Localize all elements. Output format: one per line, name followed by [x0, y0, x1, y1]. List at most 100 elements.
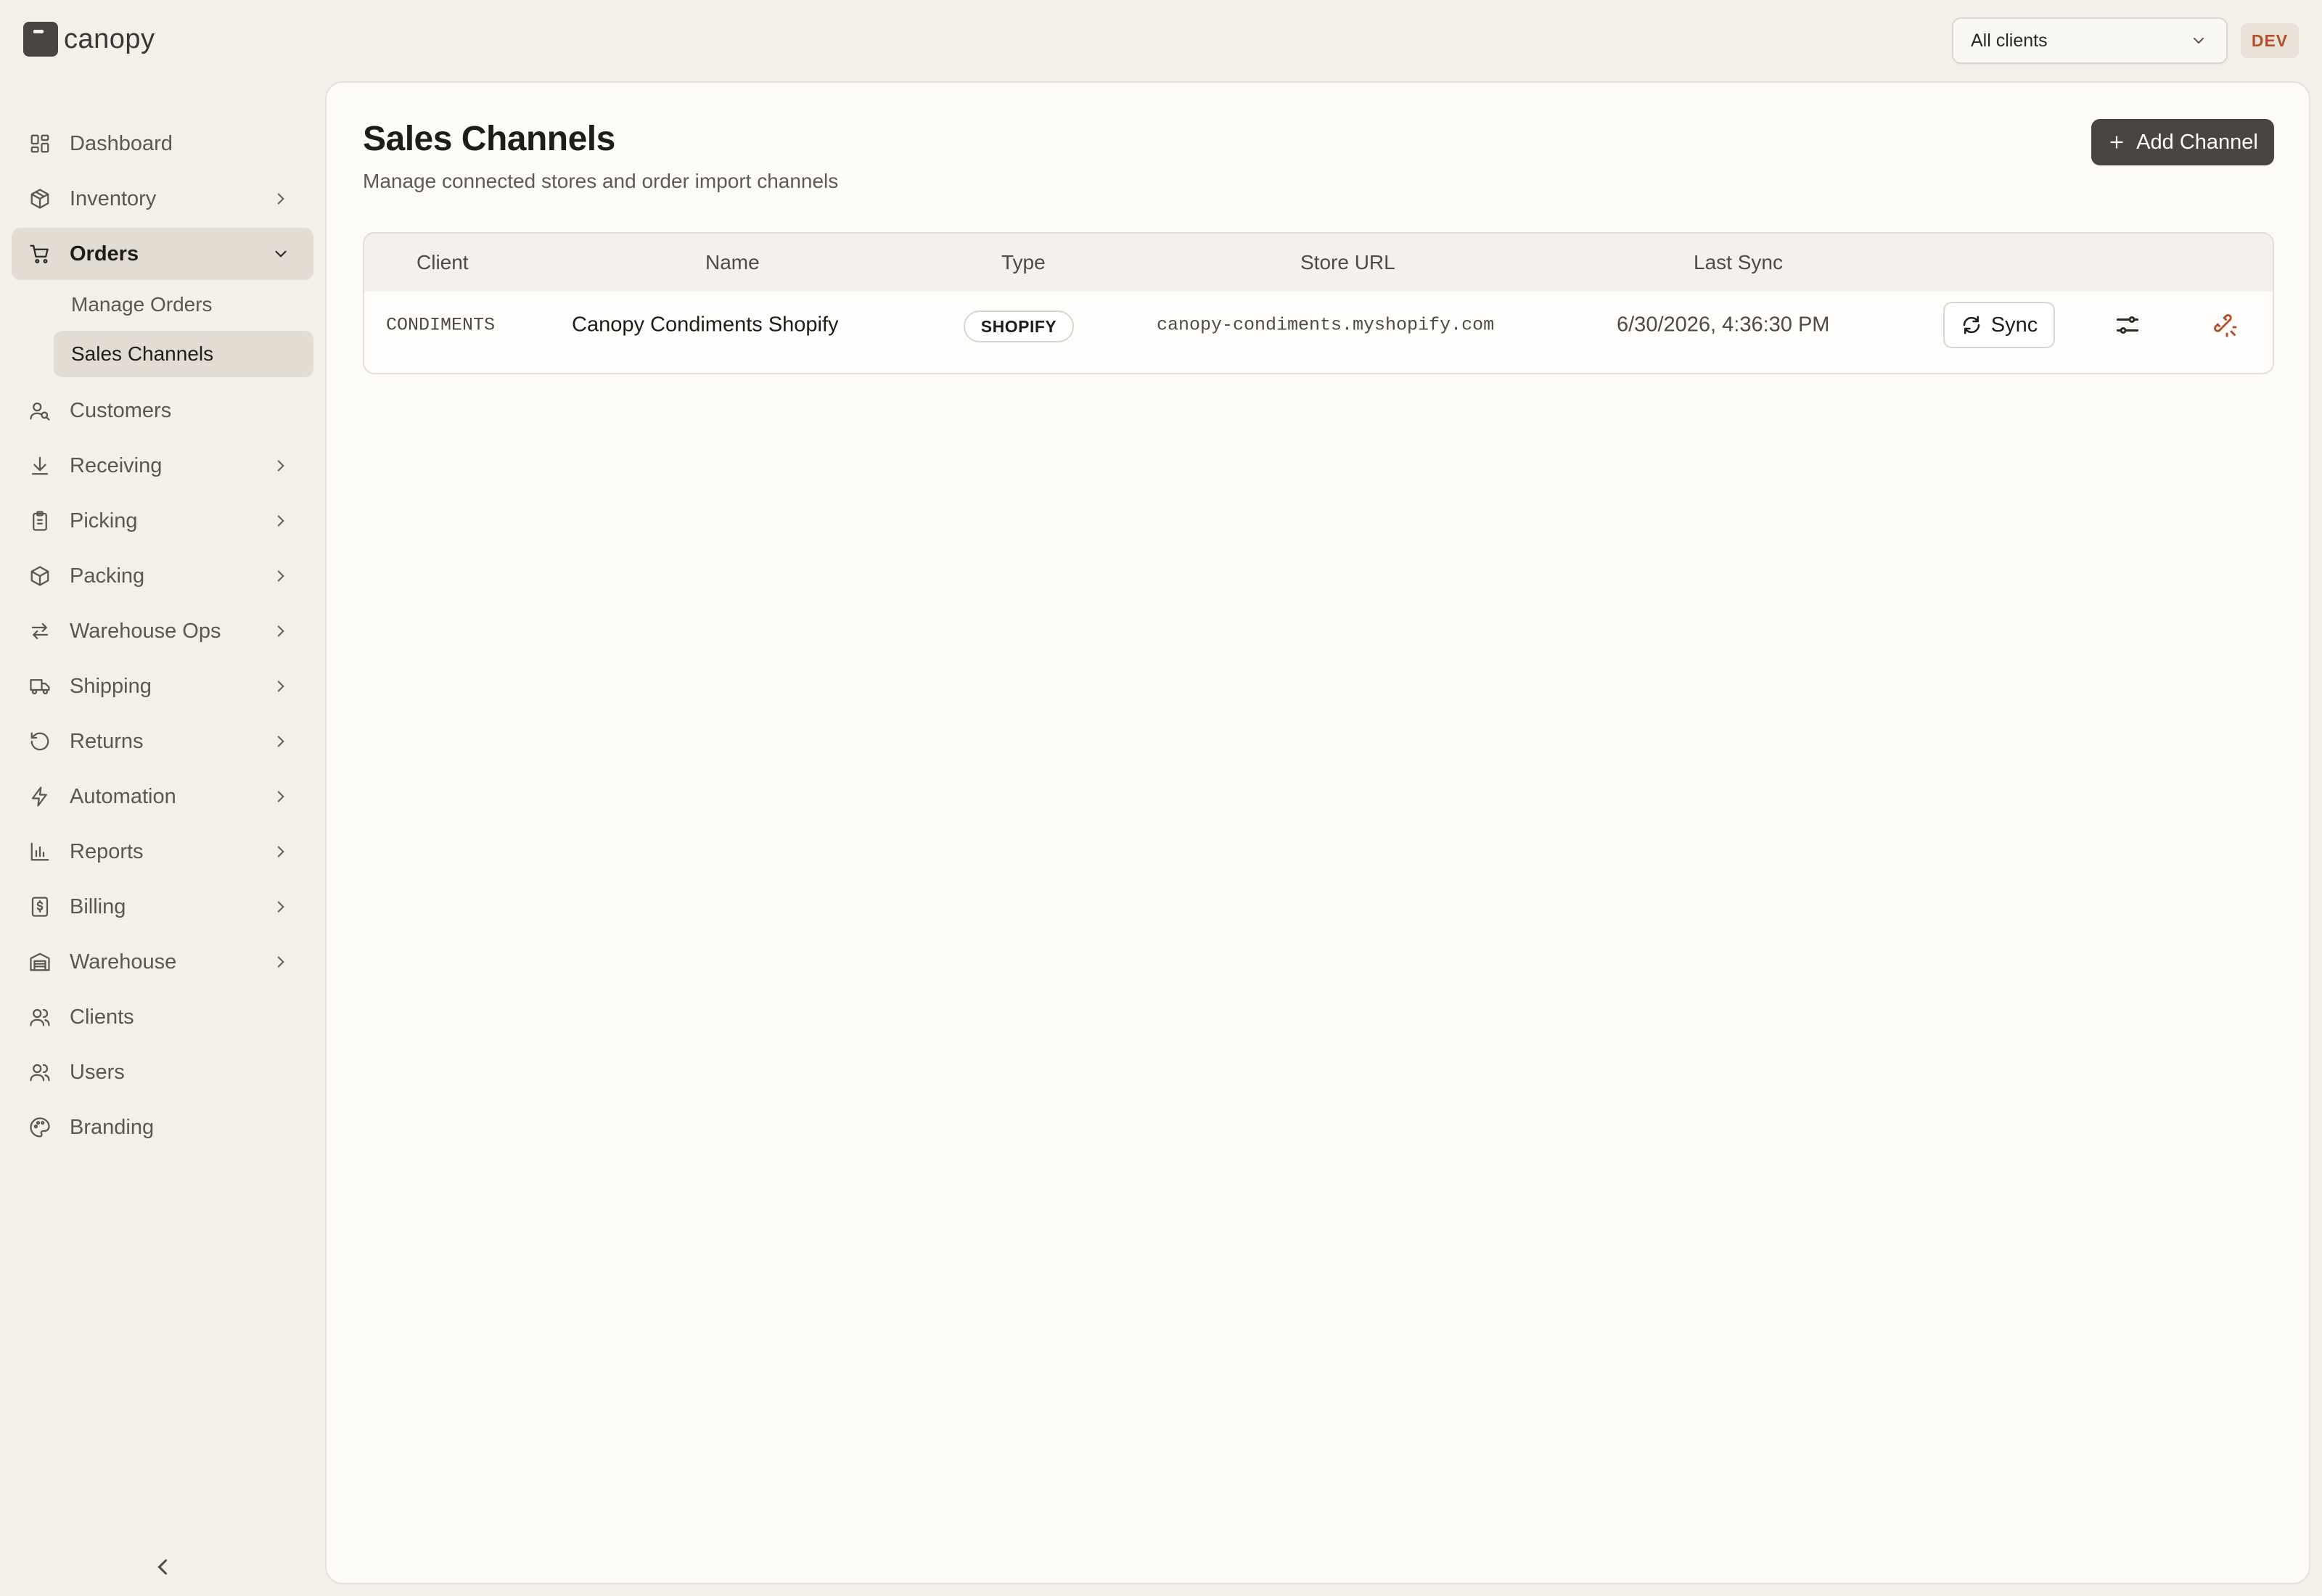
chevron-right-icon[interactable]: [271, 456, 290, 475]
sidebar-item-users[interactable]: Users: [12, 1046, 313, 1098]
client-filter-value: All clients: [1971, 30, 2048, 51]
add-channel-button[interactable]: Add Channel: [2091, 119, 2274, 165]
sidebar-item-branding[interactable]: Branding: [12, 1101, 313, 1153]
sidebar-item-label: Users: [70, 1060, 125, 1084]
sidebar-subitem-sales-channels[interactable]: Sales Channels: [54, 331, 313, 377]
sidebar-item-label: Returns: [70, 729, 144, 753]
chevron-right-icon[interactable]: [271, 953, 290, 971]
page-title: Sales Channels: [363, 120, 615, 158]
client-filter-select[interactable]: All clients: [1952, 17, 2228, 64]
box-icon: [30, 189, 49, 209]
chevron-down-icon: [2194, 38, 2204, 44]
bar-chart-icon: [30, 842, 49, 861]
page-subtitle: Manage connected stores and order import…: [363, 170, 839, 192]
sidebar-item-automation[interactable]: Automation: [12, 770, 313, 823]
clipboard-icon: [33, 511, 47, 531]
app-root: canopy All clients DEV Dashboard Invento…: [0, 0, 2322, 1596]
sidebar-item-label: Branding: [70, 1115, 155, 1139]
chevron-right-icon[interactable]: [271, 677, 290, 696]
column-header-last-sync[interactable]: Last Sync: [1694, 251, 1783, 274]
truck-icon: [30, 679, 50, 695]
add-channel-label: Add Channel: [2136, 130, 2258, 154]
sidebar-subitem-manage-orders[interactable]: Manage Orders: [54, 281, 313, 328]
chevron-right-icon[interactable]: [271, 567, 290, 585]
logo[interactable]: canopy: [23, 22, 155, 57]
column-header-client[interactable]: Client: [417, 251, 469, 274]
sidebar-item-packing[interactable]: Packing: [12, 550, 313, 602]
cell-name: Canopy Condiments Shopify: [572, 313, 839, 337]
sidebar-item-picking[interactable]: Picking: [12, 495, 313, 547]
settings-sliders-icon[interactable]: [2114, 312, 2141, 338]
palette-icon: [30, 1117, 50, 1138]
sidebar-item-label: Reports: [70, 839, 144, 863]
sidebar-item-label: Packing: [70, 564, 145, 588]
sidebar-item-label: Orders: [70, 242, 139, 266]
channels-table: Client Name Type Store URL Last Sync CON…: [363, 232, 2274, 374]
column-header-type[interactable]: Type: [1001, 251, 1046, 274]
sidebar-item-label: Receiving: [70, 453, 163, 477]
chevron-right-icon[interactable]: [271, 787, 290, 806]
sync-button[interactable]: Sync: [1943, 302, 2055, 348]
chevron-right-icon[interactable]: [271, 897, 290, 916]
sidebar-item-warehouse[interactable]: Warehouse: [12, 936, 313, 988]
arrows-icon: [31, 622, 49, 640]
return-icon: [30, 732, 49, 751]
type-badge: SHOPIFY: [964, 310, 1074, 342]
sidebar-item-label: Warehouse Ops: [70, 619, 221, 643]
sidebar-item-label: Warehouse: [70, 950, 177, 974]
sidebar-subitem-label: Manage Orders: [71, 293, 213, 316]
logo-text: canopy: [64, 23, 155, 54]
sidebar-item-inventory[interactable]: Inventory: [12, 173, 313, 225]
dashboard-icon: [30, 134, 49, 153]
sidebar-item-returns[interactable]: Returns: [12, 715, 313, 768]
customers-icon: [30, 402, 50, 421]
cell-client: CONDIMENTS: [386, 314, 496, 336]
sidebar-item-customers[interactable]: Customers: [12, 384, 313, 437]
sidebar-item-orders[interactable]: Orders: [12, 228, 313, 280]
sidebar-item-label: Shipping: [70, 674, 152, 698]
column-header-store-url[interactable]: Store URL: [1300, 251, 1395, 274]
chevron-down-icon[interactable]: [271, 244, 290, 263]
sidebar-item-label: Customers: [70, 398, 172, 422]
cell-last-sync: 6/30/2026, 4:36:30 PM: [1617, 313, 1830, 337]
chevron-right-icon[interactable]: [271, 732, 290, 751]
sidebar-item-label: Automation: [70, 784, 176, 808]
cart-icon: [30, 244, 49, 263]
column-header-name[interactable]: Name: [705, 251, 760, 274]
chevron-right-icon[interactable]: [271, 189, 290, 208]
warehouse-icon: [30, 953, 50, 971]
sidebar-item-billing[interactable]: Billing: [12, 881, 313, 933]
chevron-right-icon[interactable]: [271, 511, 290, 530]
sidebar-item-shipping[interactable]: Shipping: [12, 660, 313, 712]
bolt-icon: [31, 786, 47, 807]
sidebar-item-reports[interactable]: Reports: [12, 826, 313, 878]
plus-icon: [2110, 136, 2123, 149]
logo-mark-icon: [23, 22, 58, 57]
env-badge: DEV: [2241, 23, 2299, 58]
billing-icon: [31, 897, 49, 917]
cell-store-url[interactable]: canopy-condiments.myshopify.com: [1157, 315, 1494, 336]
sidebar-item-label: Billing: [70, 894, 126, 918]
users-icon: [30, 1064, 50, 1082]
chevron-right-icon[interactable]: [271, 622, 290, 641]
refresh-icon: [1963, 316, 1980, 334]
sidebar-item-label: Picking: [70, 509, 138, 532]
sync-label: Sync: [1990, 313, 2038, 337]
sidebar-item-label: Clients: [70, 1005, 134, 1029]
table-header: Client Name Type Store URL Last Sync: [364, 234, 2273, 292]
sidebar: Dashboard Inventory Orders Manage Orders…: [0, 80, 324, 1596]
sidebar-item-label: Dashboard: [70, 131, 173, 155]
sidebar-item-receiving[interactable]: Receiving: [12, 440, 313, 492]
download-icon: [31, 456, 49, 475]
sidebar-item-dashboard[interactable]: Dashboard: [12, 118, 313, 170]
collapse-sidebar-icon[interactable]: [149, 1554, 176, 1580]
sidebar-item-clients[interactable]: Clients: [12, 991, 313, 1043]
main-panel: Sales Channels Manage connected stores a…: [325, 81, 2310, 1584]
chevron-right-icon[interactable]: [271, 842, 290, 861]
sidebar-subitem-label: Sales Channels: [71, 342, 214, 365]
clients-icon: [30, 1008, 50, 1027]
sidebar-item-warehouse-ops[interactable]: Warehouse Ops: [12, 605, 313, 657]
sidebar-item-label: Inventory: [70, 186, 157, 210]
package-icon: [30, 566, 49, 586]
unlink-icon[interactable]: [2212, 312, 2238, 338]
